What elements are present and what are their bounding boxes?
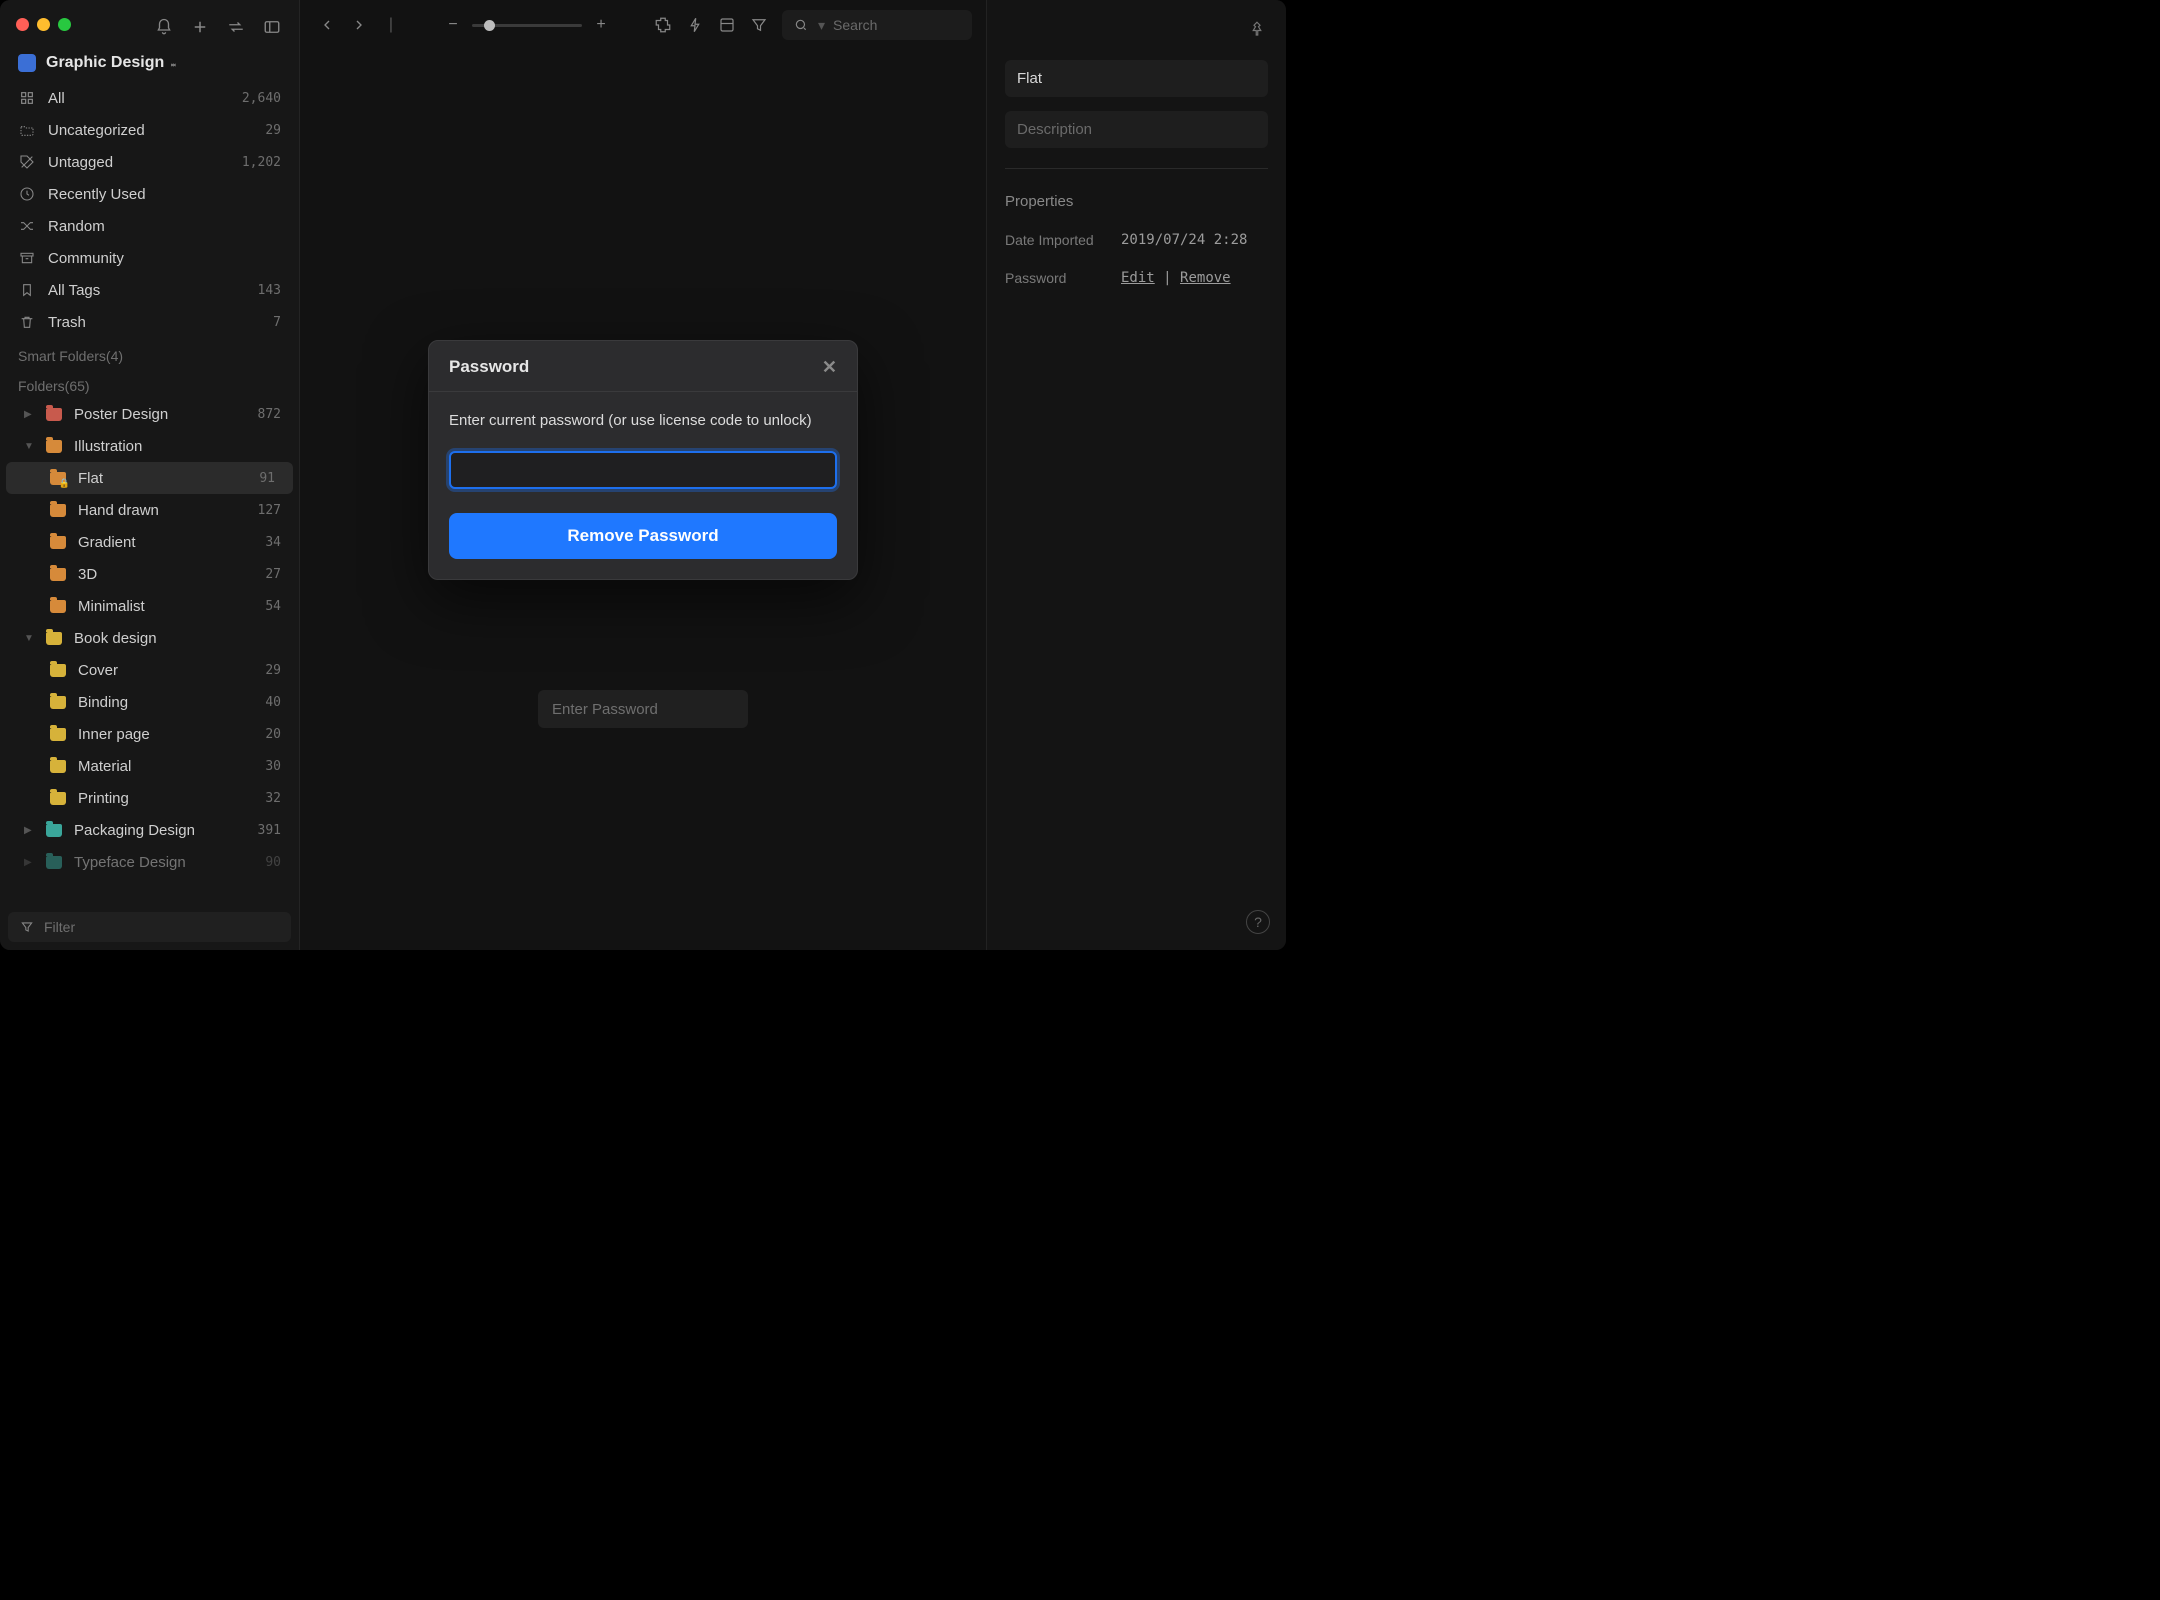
close-icon[interactable]: ✕ bbox=[822, 358, 837, 376]
password-input[interactable] bbox=[449, 451, 837, 489]
password-modal: Password ✕ Enter current password (or us… bbox=[428, 340, 858, 580]
modal-title: Password bbox=[449, 357, 529, 377]
modal-body-text: Enter current password (or use license c… bbox=[449, 410, 837, 433]
remove-password-button[interactable]: Remove Password bbox=[449, 513, 837, 559]
help-icon[interactable]: ? bbox=[1246, 910, 1270, 934]
